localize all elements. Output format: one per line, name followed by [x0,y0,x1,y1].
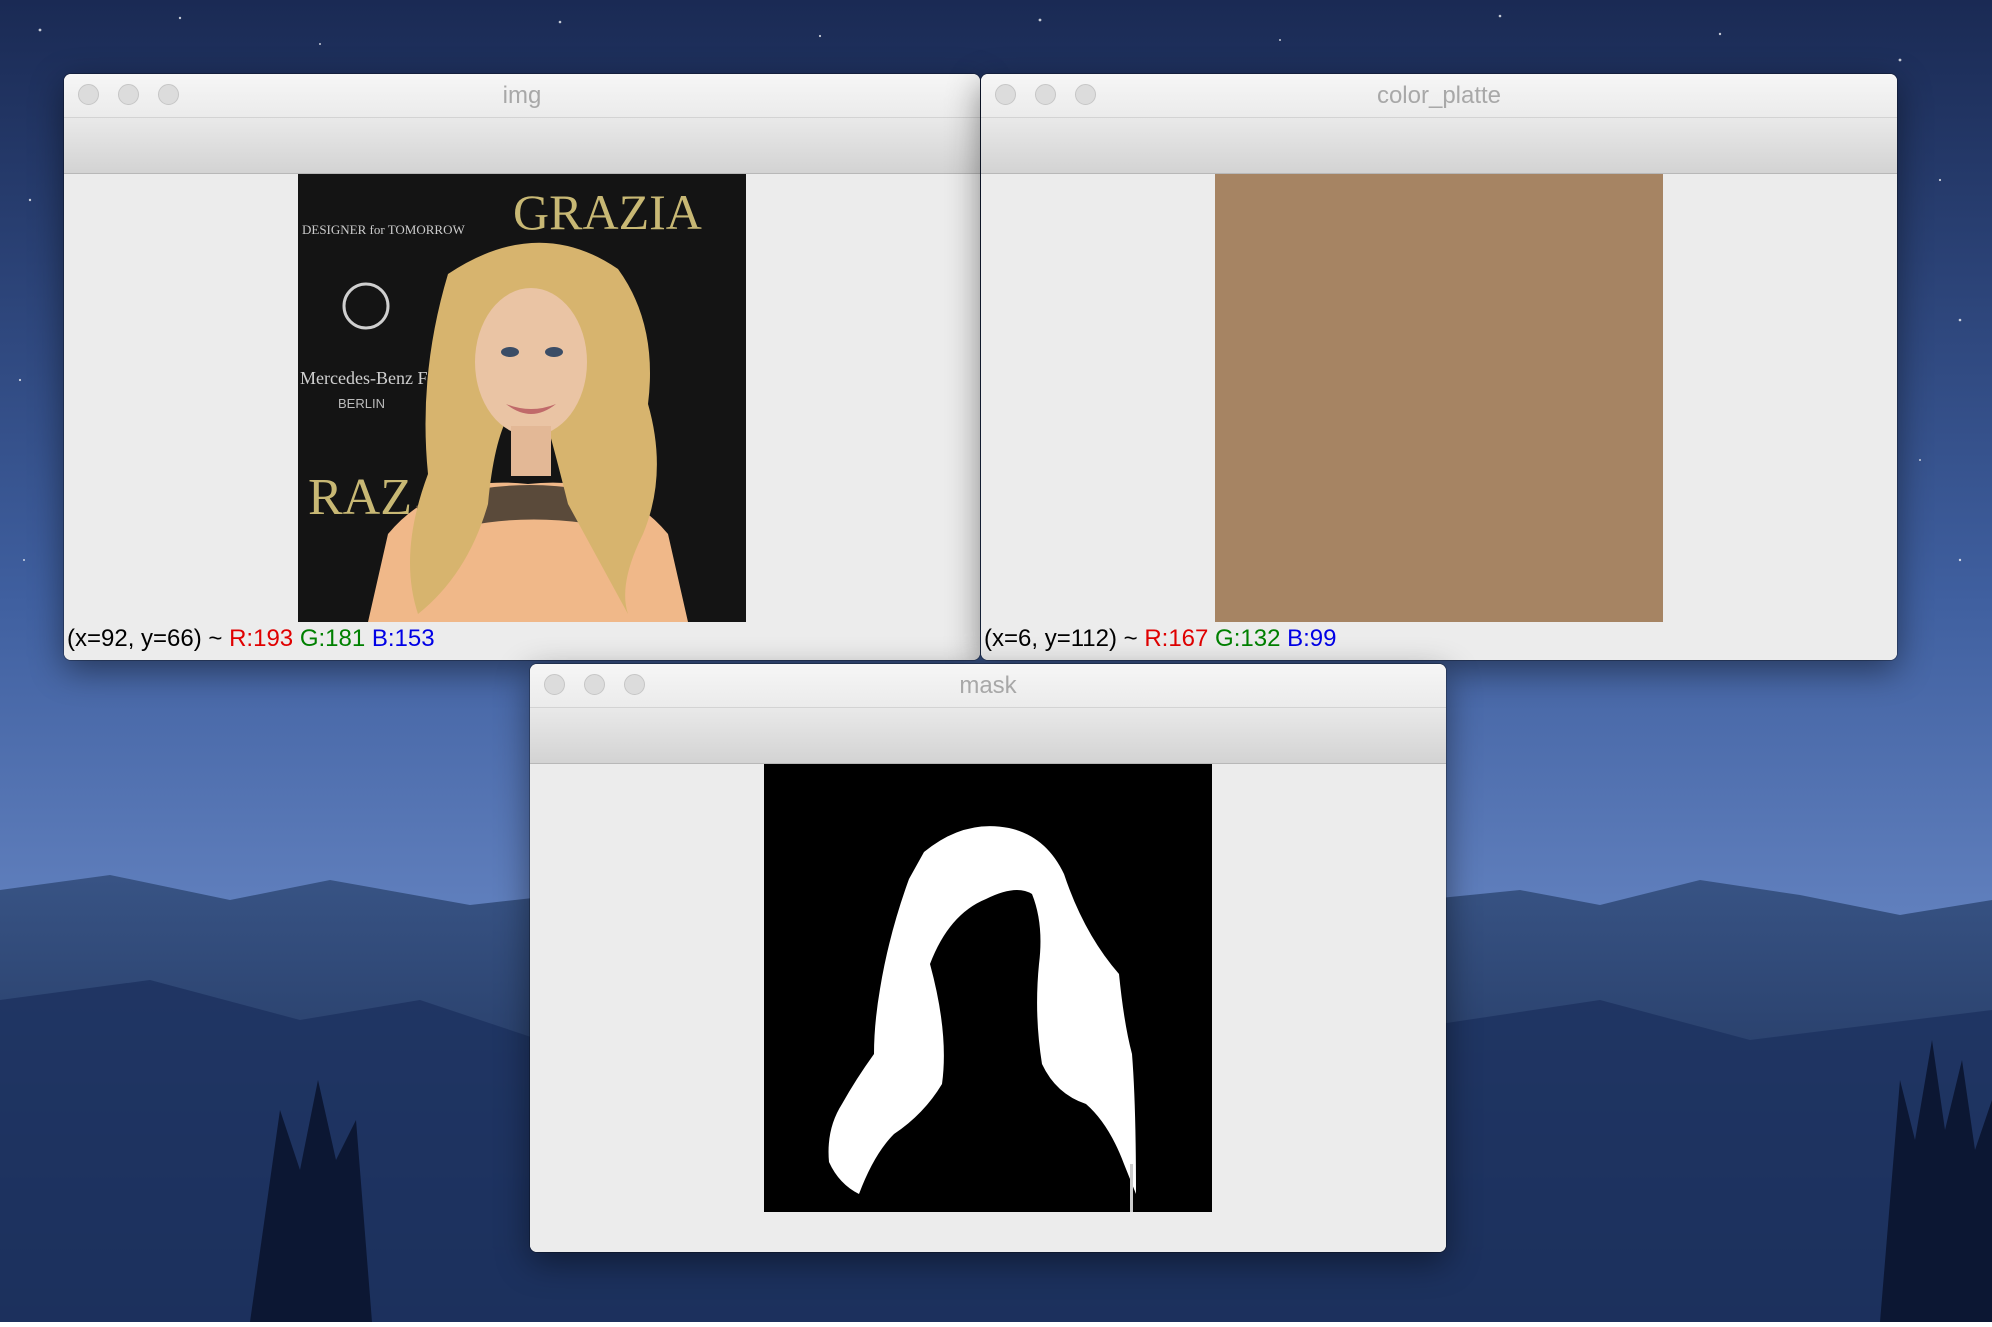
status-red: R:167 [1144,625,1209,652]
status-coords: (x=6, y=112) ~ [984,625,1145,652]
image-canvas[interactable]: GRAZIA DESIGNER for TOMORROW Mercedes-Be… [64,174,980,660]
window-color-platte: color_platte (x=6, y=112) ~ R:167 G:132 … [981,74,1897,660]
window-title: mask [959,672,1017,699]
toolbar [530,708,1446,764]
pixel-status-line: (x=92, y=66) ~ R:193 G:181 B:153 [67,625,435,653]
status-red: R:193 [229,625,294,652]
status-green: G:132 [1215,625,1281,652]
photo-designer-text: DESIGNER for TOMORROW [302,222,465,237]
photo-berlin-text: BERLIN [338,396,385,411]
window-title: color_platte [1376,82,1502,109]
image-canvas[interactable] [530,764,1446,1252]
photo-raz-text: RAZ [308,469,412,526]
status-green: G:181 [299,625,366,652]
window-title: img [502,82,542,109]
window-mask: mask [530,664,1446,1252]
toolbar [64,118,980,174]
title-bar[interactable]: mask [530,664,1446,708]
pixel-status-line: (x=6, y=112) ~ R:167 G:132 B:99 [984,625,1336,653]
status-blue: B:99 [1287,625,1337,652]
status-coords: (x=92, y=66) ~ [67,625,230,652]
portrait-photo: GRAZIA DESIGNER for TOMORROW Mercedes-Be… [298,174,746,622]
toolbar [981,118,1897,174]
title-bar[interactable]: color_platte [981,74,1897,118]
photo-grazia-text: GRAZIA [513,184,702,240]
status-blue: B:153 [371,625,435,652]
color-swatch [1215,174,1663,622]
title-bar[interactable]: img [64,74,980,118]
window-img: img GRAZIA DESIGNER for TOMORROW Mercede… [64,74,980,660]
image-canvas[interactable]: (x=6, y=112) ~ R:167 G:132 B:99 [981,174,1897,660]
hair-mask-image [764,764,1212,1212]
